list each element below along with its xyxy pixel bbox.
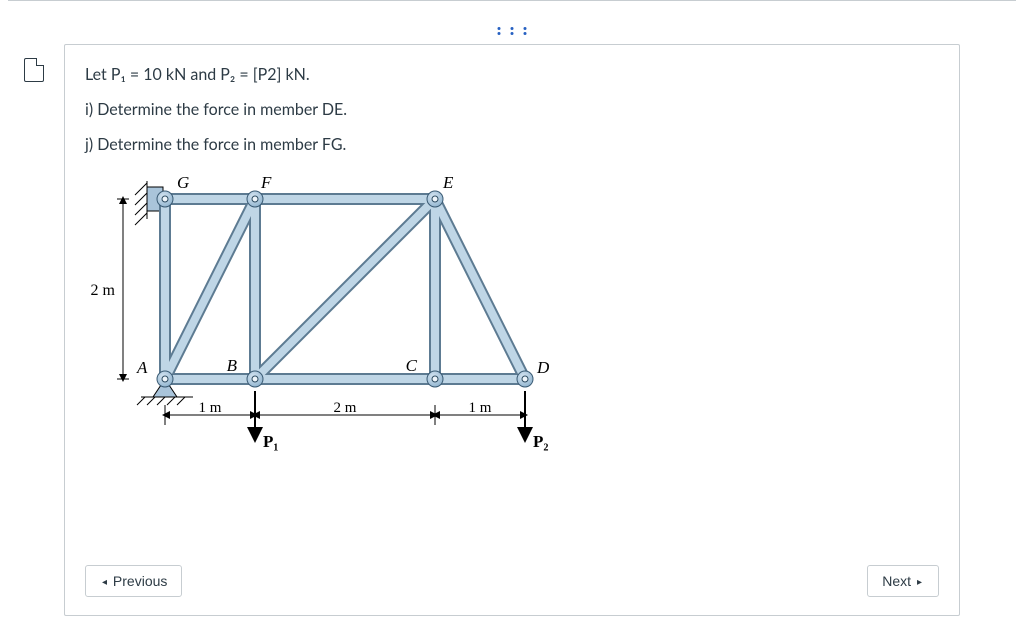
question-card: Let P₁ = 10 kN and P₂ = [P2] kN. i) Dete… — [64, 44, 960, 616]
part-j: j) Determine the force in member FG. — [85, 133, 939, 156]
load-P1: P₁ — [263, 432, 278, 451]
label-G: G — [177, 173, 189, 192]
dim-CD: 1 m — [469, 400, 492, 416]
chevron-right-icon: ▸ — [915, 577, 924, 588]
next-label: Next — [882, 573, 911, 589]
label-A: A — [136, 358, 148, 377]
next-button[interactable]: Next ▸ — [867, 565, 939, 597]
part-i: i) Determine the force in member DE. — [85, 98, 939, 121]
truss-figure: G F E A B C D 2 m — [85, 169, 939, 469]
label-D: D — [536, 358, 550, 377]
dim-AB: 1 m — [199, 400, 222, 416]
chevron-left-icon: ◂ — [100, 577, 109, 588]
given-line: Let P₁ = 10 kN and P₂ = [P2] kN. — [85, 63, 939, 86]
document-icon — [24, 58, 44, 82]
question-text: Let P₁ = 10 kN and P₂ = [P2] kN. i) Dete… — [85, 63, 939, 157]
dim-BC: 2 m — [334, 400, 357, 416]
drag-handle-icon[interactable] — [498, 27, 527, 35]
label-E: E — [442, 173, 454, 192]
previous-button[interactable]: ◂ Previous — [85, 565, 182, 597]
label-F: F — [260, 173, 272, 192]
top-divider — [8, 0, 1016, 1]
dim-height: 2 m — [91, 282, 116, 299]
load-P2: P₂ — [533, 432, 548, 451]
label-C: C — [406, 356, 418, 375]
label-B: B — [227, 356, 238, 375]
previous-label: Previous — [113, 573, 167, 589]
